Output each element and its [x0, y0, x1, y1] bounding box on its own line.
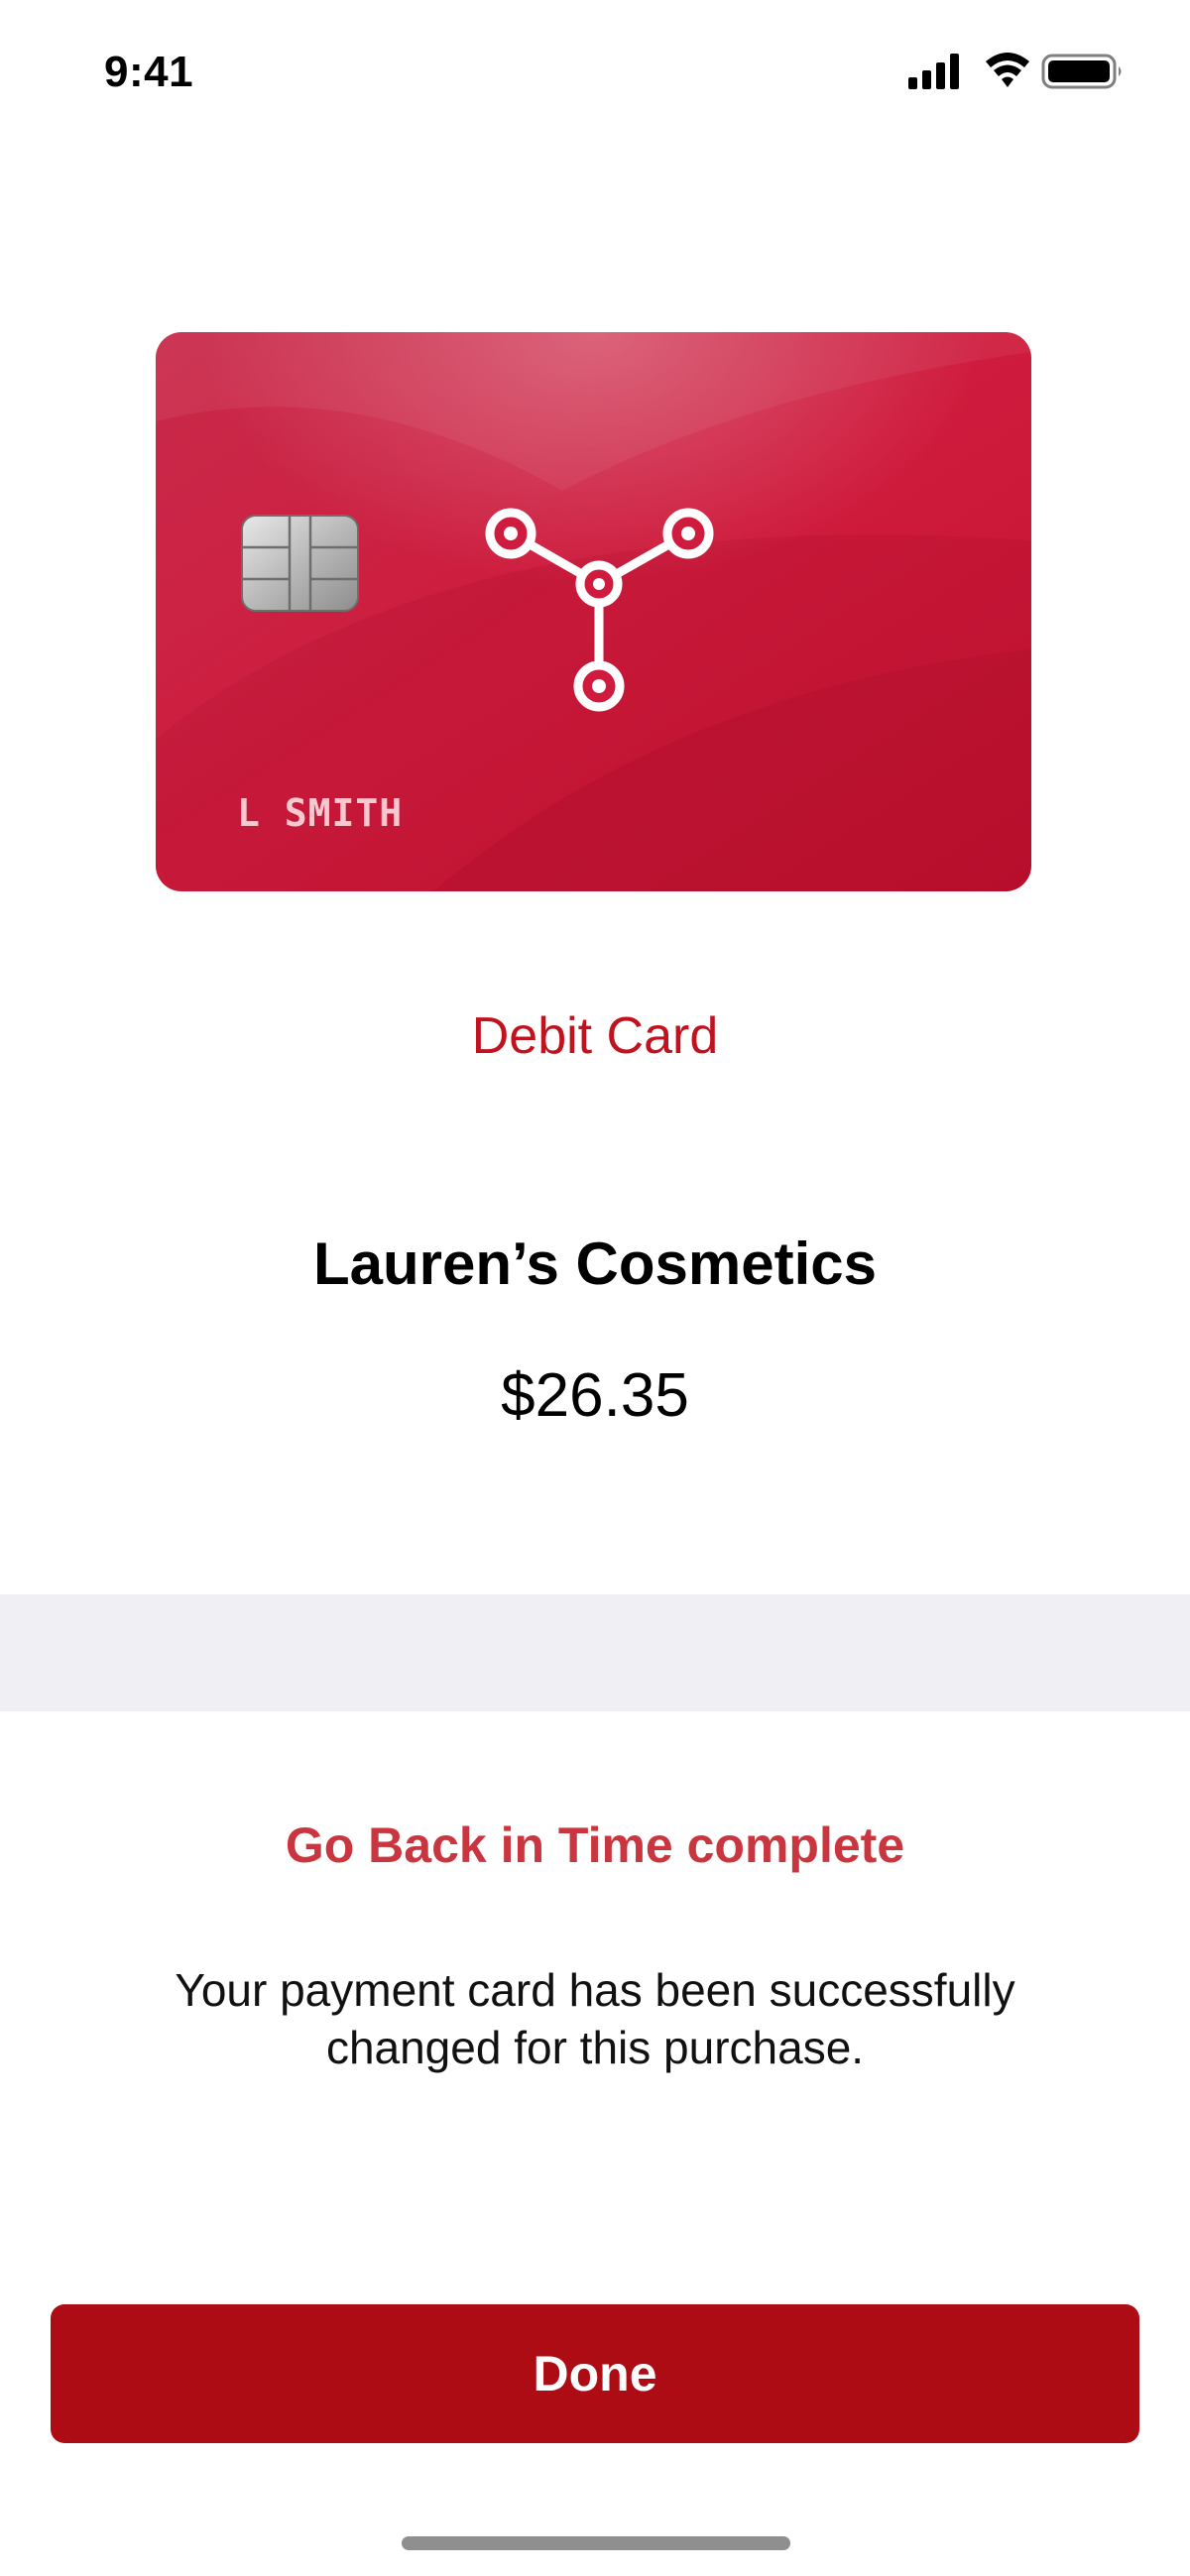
status-bar: 9:41 — [0, 0, 1190, 149]
payment-card: L SMITH — [156, 332, 1031, 891]
battery-icon — [1041, 54, 1122, 89]
card-holder-name: L SMITH — [237, 791, 404, 835]
merchant-name: Lauren’s Cosmetics — [313, 1230, 877, 1297]
done-button[interactable]: Done — [51, 2304, 1139, 2443]
confirmation-message: Your payment card has been successfully … — [175, 1964, 1015, 2073]
status-icons — [904, 52, 1142, 91]
confirmation-title: Go Back in Time complete — [285, 1817, 905, 1873]
purchase-amount: $26.35 — [501, 1361, 689, 1430]
status-time: 9:41 — [104, 48, 194, 96]
home-indicator[interactable] — [402, 2536, 790, 2550]
signal-icon — [908, 54, 959, 89]
wifi-icon — [986, 53, 1029, 87]
card-type-label: Debit Card — [471, 1007, 719, 1065]
section-divider — [0, 1594, 1190, 1711]
chip-icon — [241, 515, 359, 612]
